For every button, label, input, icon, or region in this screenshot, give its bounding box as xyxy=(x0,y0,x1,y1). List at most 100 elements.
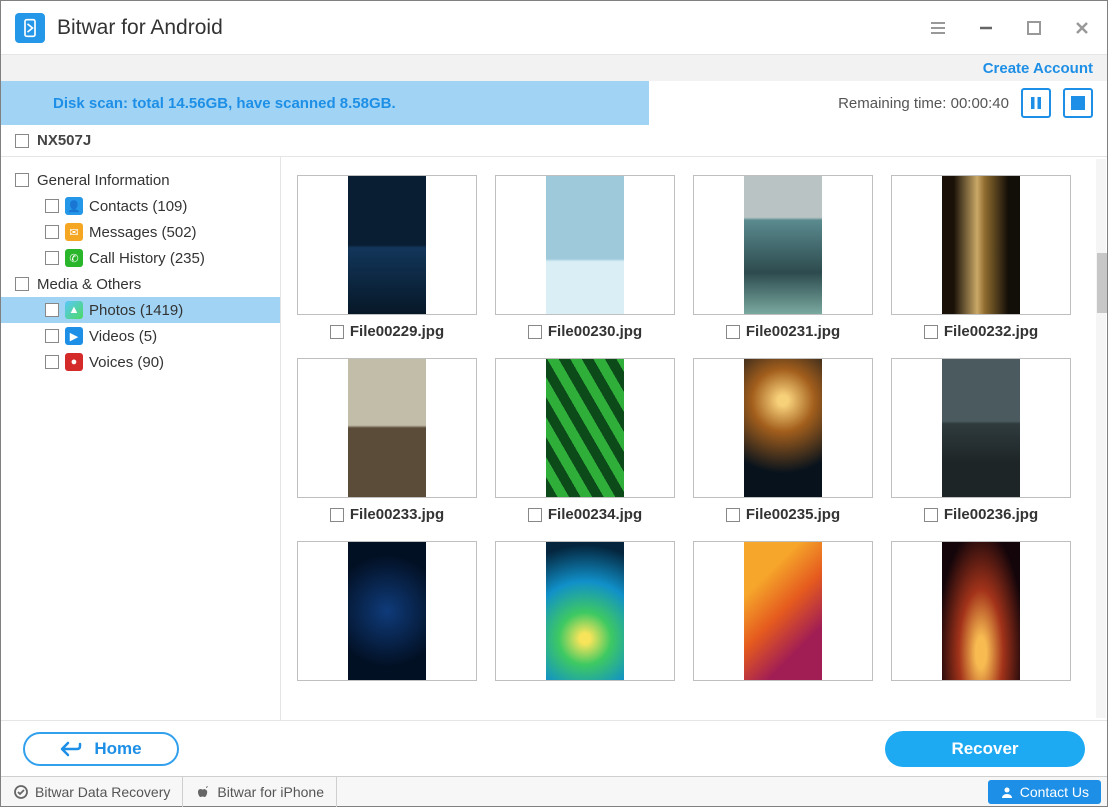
home-button[interactable]: Home xyxy=(23,732,179,766)
thumbnail-item[interactable] xyxy=(297,541,477,681)
thumb-checkbox[interactable] xyxy=(528,325,542,339)
thumb-checkbox[interactable] xyxy=(924,508,938,522)
thumb-filename: File00230.jpg xyxy=(548,323,642,340)
sidebar-item-photos[interactable]: ▲ Photos (1419) xyxy=(1,297,280,323)
content-area: File00229.jpg File00230.jpg File00231.jp… xyxy=(281,157,1107,720)
scan-status-bar: Disk scan: total 14.56GB, have scanned 8… xyxy=(1,81,1107,125)
thumbnail-image xyxy=(891,541,1071,681)
status-bitwar-recovery[interactable]: Bitwar Data Recovery xyxy=(1,777,183,807)
messages-icon: ✉ xyxy=(65,223,83,241)
menu-icon[interactable] xyxy=(927,17,949,39)
thumbnail-item[interactable]: File00229.jpg xyxy=(297,175,477,340)
contacts-icon: 👤 xyxy=(65,197,83,215)
pause-button[interactable] xyxy=(1021,88,1051,118)
category-checkbox[interactable] xyxy=(15,277,29,291)
thumbnail-item[interactable]: File00235.jpg xyxy=(693,358,873,523)
thumb-filename: File00229.jpg xyxy=(350,323,444,340)
item-checkbox[interactable] xyxy=(45,251,59,265)
recover-label: Recover xyxy=(951,739,1018,759)
stop-button[interactable] xyxy=(1063,88,1093,118)
item-label: Voices (90) xyxy=(89,354,164,371)
status-bar: Bitwar Data Recovery Bitwar for iPhone C… xyxy=(1,776,1107,806)
category-label: Media & Others xyxy=(37,276,141,293)
category-label: General Information xyxy=(37,172,170,189)
thumbnail-image xyxy=(891,358,1071,498)
recovery-icon xyxy=(13,784,29,800)
contact-icon xyxy=(1000,785,1014,799)
item-label: Photos (1419) xyxy=(89,302,183,319)
device-checkbox[interactable] xyxy=(15,134,29,148)
recover-button[interactable]: Recover xyxy=(885,731,1085,767)
voices-icon: ● xyxy=(65,353,83,371)
status-bitwar-iphone[interactable]: Bitwar for iPhone xyxy=(183,777,337,807)
device-row: NX507J xyxy=(1,125,1107,157)
maximize-icon[interactable] xyxy=(1023,17,1045,39)
thumbnail-item[interactable]: File00230.jpg xyxy=(495,175,675,340)
thumb-checkbox[interactable] xyxy=(330,508,344,522)
thumbnail-item[interactable]: File00232.jpg xyxy=(891,175,1071,340)
scroll-thumb[interactable] xyxy=(1097,253,1107,313)
contact-label: Contact Us xyxy=(1020,784,1089,800)
sidebar-item-contacts[interactable]: 👤 Contacts (109) xyxy=(1,193,280,219)
item-label: Videos (5) xyxy=(89,328,157,345)
thumbnail-item[interactable]: File00233.jpg xyxy=(297,358,477,523)
sidebar-item-videos[interactable]: ▶ Videos (5) xyxy=(1,323,280,349)
home-arrow-icon xyxy=(60,741,82,757)
status-label: Bitwar Data Recovery xyxy=(35,784,170,800)
account-bar: Create Account xyxy=(1,55,1107,81)
create-account-link[interactable]: Create Account xyxy=(983,60,1093,77)
item-label: Contacts (109) xyxy=(89,198,187,215)
scan-status-text: Disk scan: total 14.56GB, have scanned 8… xyxy=(1,95,396,112)
thumb-filename: File00235.jpg xyxy=(746,506,840,523)
content-scroll[interactable]: File00229.jpg File00230.jpg File00231.jp… xyxy=(281,157,1107,720)
thumbnail-image xyxy=(891,175,1071,315)
item-checkbox[interactable] xyxy=(45,355,59,369)
item-checkbox[interactable] xyxy=(45,225,59,239)
item-checkbox[interactable] xyxy=(45,303,59,317)
thumbnail-image xyxy=(495,358,675,498)
sidebar-category-media[interactable]: Media & Others xyxy=(1,271,280,297)
close-icon[interactable] xyxy=(1071,17,1093,39)
call-icon: ✆ xyxy=(65,249,83,267)
thumb-checkbox[interactable] xyxy=(726,325,740,339)
sidebar-item-messages[interactable]: ✉ Messages (502) xyxy=(1,219,280,245)
thumb-checkbox[interactable] xyxy=(330,325,344,339)
app-window: Bitwar for Android Create Account Disk s… xyxy=(0,0,1108,807)
thumbnail-item[interactable]: File00234.jpg xyxy=(495,358,675,523)
remaining-time-label: Remaining time: 00:00:40 xyxy=(838,95,1009,112)
sidebar-item-voices[interactable]: ● Voices (90) xyxy=(1,349,280,375)
photos-icon: ▲ xyxy=(65,301,83,319)
thumbnail-item[interactable]: File00236.jpg xyxy=(891,358,1071,523)
item-checkbox[interactable] xyxy=(45,329,59,343)
thumb-filename: File00234.jpg xyxy=(548,506,642,523)
scroll-track xyxy=(1096,159,1106,718)
item-label: Messages (502) xyxy=(89,224,197,241)
main-body: General Information 👤 Contacts (109) ✉ M… xyxy=(1,157,1107,720)
minimize-icon[interactable] xyxy=(975,17,997,39)
thumbnail-grid: File00229.jpg File00230.jpg File00231.jp… xyxy=(297,175,1091,681)
category-checkbox[interactable] xyxy=(15,173,29,187)
window-controls xyxy=(927,17,1093,39)
thumb-checkbox[interactable] xyxy=(924,325,938,339)
thumb-checkbox[interactable] xyxy=(528,508,542,522)
thumbnail-image xyxy=(693,541,873,681)
footer-actions: Home Recover xyxy=(1,720,1107,776)
thumbnail-item[interactable] xyxy=(891,541,1071,681)
thumbnail-image xyxy=(297,358,477,498)
thumb-checkbox[interactable] xyxy=(726,508,740,522)
thumbnail-image xyxy=(495,175,675,315)
sidebar-item-call-history[interactable]: ✆ Call History (235) xyxy=(1,245,280,271)
item-checkbox[interactable] xyxy=(45,199,59,213)
thumbnail-image xyxy=(693,175,873,315)
contact-us-button[interactable]: Contact Us xyxy=(988,780,1101,804)
thumbnail-image xyxy=(495,541,675,681)
thumbnail-item[interactable] xyxy=(693,541,873,681)
content-scrollbar[interactable] xyxy=(1095,157,1107,720)
thumbnail-item[interactable]: File00231.jpg xyxy=(693,175,873,340)
status-label: Bitwar for iPhone xyxy=(217,784,324,800)
sidebar-category-general[interactable]: General Information xyxy=(1,167,280,193)
thumbnail-item[interactable] xyxy=(495,541,675,681)
thumb-filename: File00232.jpg xyxy=(944,323,1038,340)
scan-progress: Disk scan: total 14.56GB, have scanned 8… xyxy=(1,81,649,125)
thumb-filename: File00231.jpg xyxy=(746,323,840,340)
